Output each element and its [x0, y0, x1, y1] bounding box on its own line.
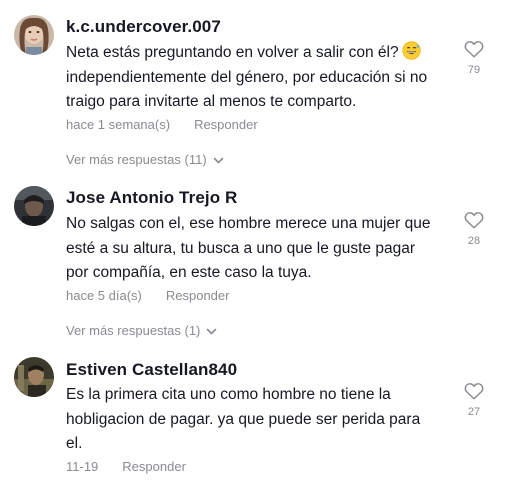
- comment-text-line: traigo para invitarte al menos te compar…: [66, 93, 357, 110]
- comment-timestamp: 11-19: [66, 459, 99, 474]
- heart-outline-icon: [464, 212, 484, 229]
- avatar-image: [14, 186, 54, 226]
- view-more-replies-label: Ver más respuestas (11): [66, 152, 207, 167]
- comment-timestamp: hace 1 semana(s): [66, 117, 171, 132]
- like-count: 79: [467, 64, 481, 76]
- view-more-replies-button[interactable]: Ver más respuestas (1): [66, 323, 217, 338]
- like-button[interactable]: 27: [462, 382, 486, 418]
- chevron-down-icon: [207, 328, 217, 335]
- view-more-replies-label: Ver más respuestas (1): [66, 323, 201, 338]
- comment-text: Es la primera cita uno como hombre no ti…: [66, 383, 446, 457]
- like-count: 27: [467, 406, 481, 418]
- avatar-image: [14, 15, 54, 55]
- comment-meta: hace 5 día(s) Responder: [66, 288, 229, 303]
- like-button[interactable]: 28: [462, 211, 486, 247]
- grinning-sweat-emoji: [401, 41, 421, 60]
- view-more-replies-button[interactable]: Ver más respuestas (11): [66, 152, 224, 167]
- comment-text-line: Neta estás preguntando en volver a salir…: [66, 44, 399, 61]
- comment-text-line: por compañía, en este caso la tuya.: [66, 264, 312, 281]
- comment-timestamp: hace 5 día(s): [66, 288, 142, 303]
- comment-text-line: Es la primera cita uno como hombre no ti…: [66, 386, 391, 403]
- comment-text-line: esté a su altura, tu busca a uno que le …: [66, 239, 415, 257]
- comment-username[interactable]: k.c.undercover.007: [66, 17, 221, 37]
- chevron-down-icon: [213, 157, 223, 164]
- avatar[interactable]: [14, 357, 54, 397]
- comment-username[interactable]: Estiven Castellan840: [66, 360, 237, 380]
- comment-text-line: independientemente del género, por educa…: [66, 68, 428, 86]
- heart-outline-icon: [464, 41, 484, 58]
- heart-outline-icon: [464, 383, 484, 400]
- comment-text-line: hobligacion de pagar. ya que puede ser p…: [66, 410, 421, 428]
- comment-meta: hace 1 semana(s) Responder: [66, 117, 258, 132]
- comment-text: Neta estás preguntando en volver a salir…: [66, 41, 446, 115]
- comment-text-line: el.: [66, 435, 83, 452]
- reply-button[interactable]: Responder: [166, 288, 230, 303]
- avatar[interactable]: [14, 15, 54, 55]
- avatar-image: [14, 357, 54, 397]
- comment-text: No salgas con el, ese hombre merece una …: [66, 212, 446, 286]
- comment-text-line: No salgas con el, ese hombre merece una …: [66, 215, 431, 232]
- like-button[interactable]: 79: [462, 40, 486, 76]
- like-count: 28: [467, 235, 481, 247]
- reply-button[interactable]: Responder: [194, 117, 258, 132]
- avatar[interactable]: [14, 186, 54, 226]
- reply-button[interactable]: Responder: [122, 459, 186, 474]
- comment-meta: 11-19 Responder: [66, 459, 186, 474]
- comment-username[interactable]: Jose Antonio Trejo R: [66, 188, 237, 208]
